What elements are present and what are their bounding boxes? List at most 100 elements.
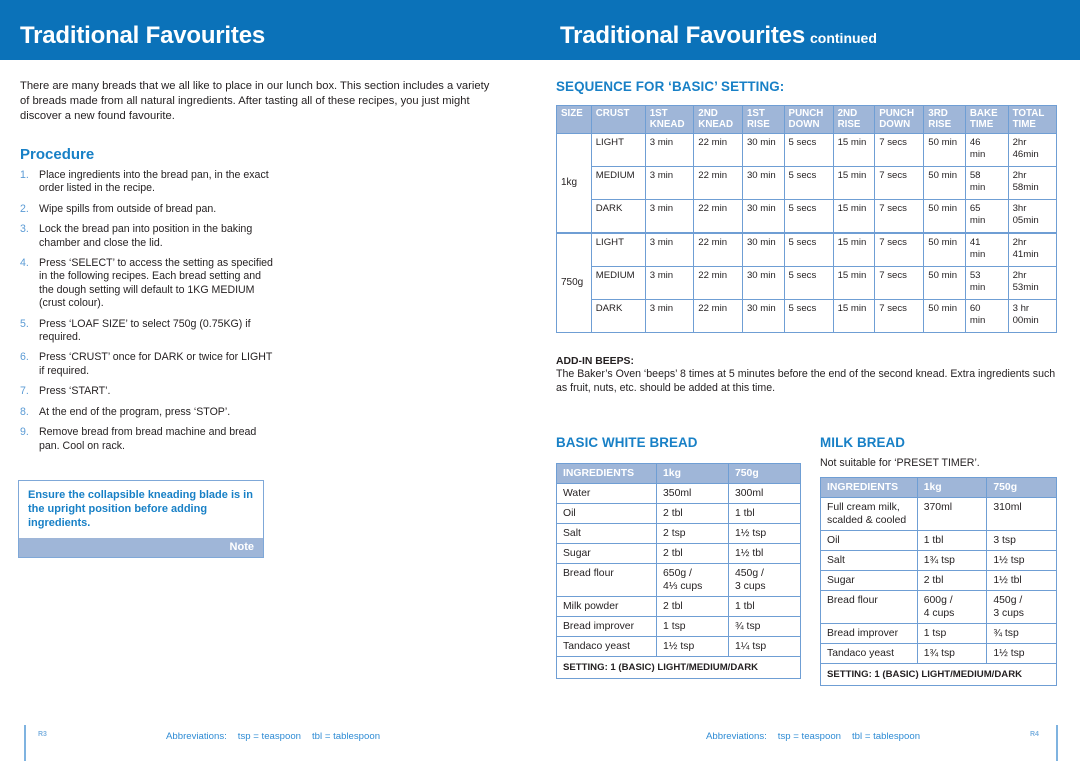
recipe-setting-text: SETTING: 1 (BASIC) LIGHT/MEDIUM/DARK <box>820 663 1057 686</box>
left-page-title: Traditional Favourites <box>20 22 265 50</box>
sequence-cell: 30 min <box>741 199 785 234</box>
recipe-table-row: Water 350ml 300ml <box>555 483 801 504</box>
recipe-ingredient-cell: Bread improver <box>820 623 918 644</box>
abbrev-tbl: tbl = tablespoon <box>312 731 381 742</box>
sequence-crust-cell: LIGHT <box>590 232 646 268</box>
recipe-750g-cell: 1½ tsp <box>986 643 1057 664</box>
recipe-table-body: Full cream milk, scalded & cooled 370ml 31… <box>820 497 1057 686</box>
right-page-footer: Abbreviations: tsp = teaspoon tbl = tables… <box>540 715 1080 763</box>
left-page-title-text: Traditional Favourites <box>20 22 265 49</box>
sequence-crust-cell: DARK <box>590 299 646 334</box>
sequence-table-row: DARK 3 min 22 min 30 min 5 secs 15 min 7 secs 5… <box>557 299 1058 334</box>
procedure-step-number: 5. <box>20 317 29 330</box>
sequence-cell: 2hr 53min <box>1007 266 1058 301</box>
sequence-cell: 22 min <box>693 166 743 201</box>
sequence-cell: 46 min <box>964 133 1009 168</box>
recipe-table-row: Salt 2 tsp 1½ tsp <box>555 523 801 544</box>
recipe-title-0: BASIC WHITE BREAD <box>556 435 698 450</box>
left-footer-abbreviations: Abbreviations: tsp = teaspoon tbl = tables… <box>166 731 380 742</box>
sequence-table-header-row: SIZE CRUST 1ST KNEAD 2ND KNEAD 1ST RISE PUNCH DOW… <box>556 104 1058 135</box>
recipe-ingredient-cell: Oil <box>555 503 658 524</box>
sequence-cell: 22 min <box>693 299 743 334</box>
sequence-cell: 5 secs <box>783 133 834 168</box>
sequence-cell: 2hr 41min <box>1007 232 1058 268</box>
recipe-table-header-row: INGREDIENTS 1kg 750g <box>820 477 1057 498</box>
sequence-cell: 60 min <box>964 299 1009 334</box>
recipe-750g-cell: 3 tsp <box>986 530 1057 551</box>
recipe-ingredient-cell: Salt <box>555 523 658 544</box>
right-footer-abbreviations: Abbreviations: tsp = teaspoon tbl = tables… <box>706 731 920 742</box>
procedure-step: 7. Press ‘START’. <box>20 385 275 398</box>
procedure-step: 8. At the end of the program, press ‘STOP… <box>20 406 275 419</box>
abbrev-label: Abbreviations: <box>166 731 227 742</box>
right-header-rule <box>540 60 1080 63</box>
sequence-cell: 15 min <box>832 266 876 301</box>
procedure-step-text: Lock the bread pan into position in the … <box>39 223 253 249</box>
sequence-cell: 5 secs <box>783 299 834 334</box>
recipe-col-header: 1kg <box>916 477 988 498</box>
recipe-1kg-cell: 1¾ tsp <box>916 550 988 571</box>
sequence-table-row: MEDIUM 3 min 22 min 30 min 5 secs 15 min 7 sec… <box>557 266 1058 301</box>
recipe-1kg-cell: 2 tbl <box>916 570 988 591</box>
abbrev-tsp: tsp = teaspoon <box>237 731 302 742</box>
recipe-750g-cell: 1 tbl <box>728 596 801 617</box>
sequence-cell: 2hr 46min <box>1007 133 1058 168</box>
sequence-col-header: 2ND RISE <box>832 104 876 135</box>
recipe-table-row: Tandaco yeast 1½ tsp 1¼ tsp <box>555 636 801 657</box>
sequence-heading: SEQUENCE FOR ‘BASIC’ SETTING: <box>556 79 785 94</box>
procedure-step-number: 9. <box>20 426 29 439</box>
recipe-subnote-1: Not suitable for ‘PRESET TIMER’. <box>820 457 980 469</box>
recipe-ingredient-cell: Bread flour <box>820 590 918 624</box>
left-footer-rule <box>24 725 26 761</box>
sequence-cell: 5 secs <box>783 266 834 301</box>
sequence-col-header: SIZE <box>556 104 592 135</box>
procedure-step-text: Press ‘CRUST’ once for DARK or twice for… <box>39 351 273 377</box>
recipe-1kg-cell: 600g /4 cups <box>916 590 988 624</box>
recipe-table-row: Bread flour 650g /4⅓ cups 450g /3 cups <box>555 563 801 597</box>
sequence-col-header: CRUST <box>590 104 646 135</box>
recipe-table-row: Milk powder 2 tbl 1 tbl <box>555 596 801 617</box>
sequence-cell: 22 min <box>693 232 743 268</box>
recipe-750g-cell: 450g /3 cups <box>986 590 1057 624</box>
sequence-cell: 3 min <box>644 166 695 201</box>
recipe-1kg-cell: 2 tbl <box>656 543 729 564</box>
sequence-cell: 3 min <box>644 299 695 334</box>
procedure-heading: Procedure <box>20 146 95 163</box>
recipe-1kg-cell: 1 tsp <box>916 623 988 644</box>
sequence-cell: 15 min <box>832 232 876 268</box>
sequence-cell: 7 secs <box>874 299 925 334</box>
add-in-beeps-section: ADD-IN BEEPS: The Baker’s Oven ‘beeps’ 8… <box>556 356 1058 395</box>
abbrev-label: Abbreviations: <box>706 731 767 742</box>
procedure-step-number: 4. <box>20 257 29 270</box>
sequence-cell: 2hr 58min <box>1007 166 1058 201</box>
note-text: Ensure the collapsible kneading blade is… <box>28 489 253 529</box>
sequence-cell: 50 min <box>923 166 966 201</box>
procedure-step-text: Place ingredients into the bread pan, in… <box>39 169 269 195</box>
sequence-col-header: 2ND KNEAD <box>693 104 743 135</box>
sequence-cell: 50 min <box>923 232 966 268</box>
recipe-ingredient-cell: Full cream milk, scalded & cooled <box>820 497 918 531</box>
sequence-cell: 3 min <box>644 232 695 268</box>
recipe-ingredient-cell: Sugar <box>820 570 918 591</box>
recipe-table-row: Oil 1 tbl 3 tsp <box>820 530 1057 551</box>
procedure-list: 1. Place ingredients into the bread pan, … <box>20 169 275 460</box>
sequence-crust-cell: MEDIUM <box>590 266 646 301</box>
procedure-step-number: 3. <box>20 223 29 236</box>
recipe-1kg-cell: 1¾ tsp <box>916 643 988 664</box>
sequence-cell: 58 min <box>964 166 1009 201</box>
sequence-cell: 5 secs <box>783 199 834 234</box>
procedure-step: 4. Press ‘SELECT’ to access the setting a… <box>20 257 275 311</box>
sequence-crust-cell: LIGHT <box>590 133 646 168</box>
sequence-table: SIZE CRUST 1ST KNEAD 2ND KNEAD 1ST RISE PUNCH DOW… <box>556 104 1058 334</box>
recipe-1kg-cell: 1 tbl <box>916 530 988 551</box>
recipe-ingredient-cell: Milk powder <box>555 596 658 617</box>
note-label: Note <box>19 538 263 557</box>
recipe-table-row: Bread improver 1 tsp ¾ tsp <box>820 623 1057 644</box>
recipe-title-1: MILK BREAD <box>820 435 906 450</box>
note-box: Ensure the collapsible kneading blade is… <box>18 480 264 558</box>
sequence-cell: 3hr 05min <box>1007 199 1058 234</box>
right-page-number: R4 <box>1030 731 1039 738</box>
recipe-table-header-row: INGREDIENTS 1kg 750g <box>555 463 801 484</box>
recipe-750g-cell: 300ml <box>728 483 801 504</box>
sequence-table-row: 750g LIGHT 3 min 22 min 30 min 5 secs 15 min 7 … <box>556 232 1058 334</box>
